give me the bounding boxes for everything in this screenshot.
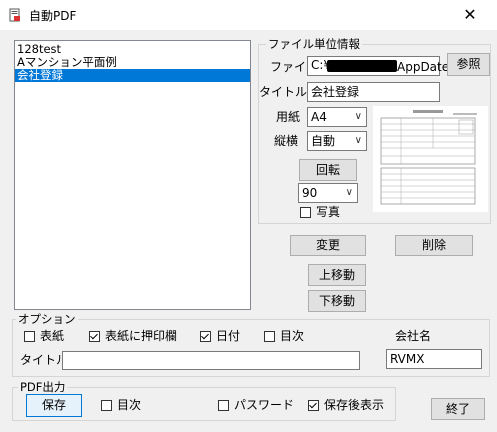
date-checkbox[interactable]	[200, 331, 211, 342]
cover-stamp-label: 表紙に押印欄	[105, 329, 178, 343]
cover-label: 表紙	[40, 329, 65, 343]
chevron-down-icon: ∨	[354, 111, 362, 122]
file-info-group-label: ファイル単位情報	[266, 37, 362, 51]
password-checkbox[interactable]	[218, 400, 229, 411]
title-label: タイトル	[259, 85, 308, 99]
title-bar: 自動PDF ✕	[0, 0, 497, 30]
rotate-select-value: 90	[302, 186, 318, 200]
orientation-label: 縦横	[274, 134, 299, 148]
photo-label: 写真	[316, 205, 341, 219]
app-icon	[9, 8, 20, 22]
orientation-select[interactable]: 自動 ∨	[307, 131, 367, 151]
delete-button[interactable]: 削除	[395, 235, 473, 256]
exit-button[interactable]: 終了	[431, 398, 485, 420]
file-path-suffix: AppDate	[397, 60, 450, 74]
paper-select-value: A4	[311, 110, 327, 124]
date-label: 日付	[216, 329, 241, 343]
chevron-down-icon: ∨	[345, 187, 353, 198]
chevron-down-icon: ∨	[354, 135, 362, 146]
cover-checkbox[interactable]	[24, 331, 35, 342]
options-title-field[interactable]	[62, 351, 360, 370]
close-icon[interactable]: ✕	[452, 3, 488, 27]
show-after-save-label: 保存後表示	[324, 398, 385, 412]
rotate-button[interactable]: 回転	[299, 159, 357, 181]
output-toc-label: 目次	[117, 398, 142, 412]
output-toc-checkbox[interactable]	[101, 400, 112, 411]
options-group-label: オプション	[16, 312, 78, 326]
rotate-select[interactable]: 90 ∨	[298, 183, 358, 203]
orientation-select-value: 自動	[311, 134, 336, 148]
title-field[interactable]: 会社登録	[307, 82, 440, 102]
modify-button[interactable]: 変更	[290, 235, 366, 256]
save-button[interactable]: 保存	[26, 394, 82, 417]
browse-button[interactable]: 参照	[447, 53, 490, 76]
cover-stamp-checkbox[interactable]	[89, 331, 100, 342]
pdf-output-group-label: PDF出力	[18, 380, 68, 394]
password-label: パスワード	[234, 398, 295, 412]
toc-label: 目次	[280, 329, 305, 343]
list-item-selected[interactable]: 会社登録	[15, 69, 250, 82]
move-down-button[interactable]: 下移動	[308, 290, 366, 312]
file-list[interactable]: 128test Aマンション平面例 会社登録	[14, 40, 251, 310]
redaction-mark	[327, 60, 397, 72]
paper-label: 用紙	[276, 110, 301, 124]
toc-checkbox[interactable]	[264, 331, 275, 342]
company-field[interactable]: RVMX	[386, 349, 482, 369]
show-after-save-checkbox[interactable]	[308, 400, 319, 411]
company-label: 会社名	[395, 329, 432, 343]
move-up-button[interactable]: 上移動	[308, 264, 366, 286]
window-title: 自動PDF	[29, 9, 77, 23]
document-preview	[373, 106, 488, 212]
photo-checkbox[interactable]	[300, 207, 311, 218]
paper-select[interactable]: A4 ∨	[307, 107, 367, 127]
options-title-label: タイトル	[20, 353, 69, 367]
